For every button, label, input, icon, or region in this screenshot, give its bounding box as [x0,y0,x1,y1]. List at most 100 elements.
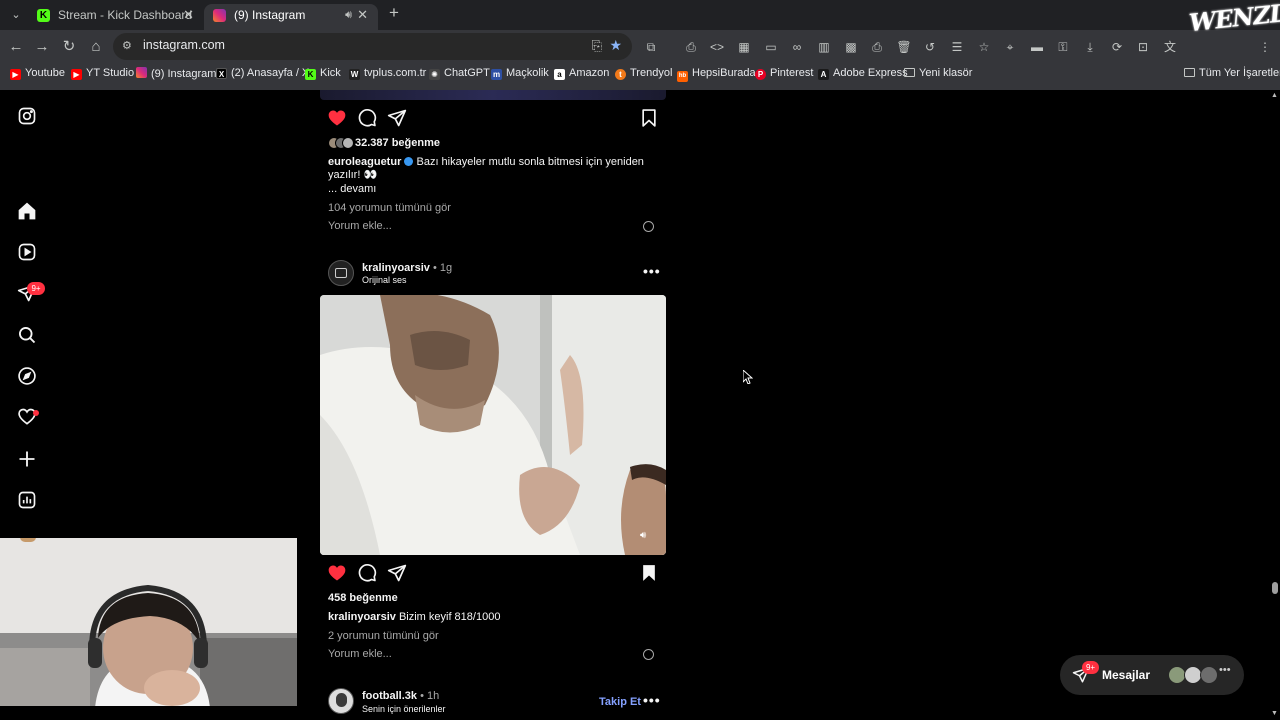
x-icon: X [216,68,227,79]
messages-label: Mesajlar [1102,668,1151,682]
translate-icon[interactable]: 文 [1162,39,1178,55]
mute-toggle-icon[interactable]: 🔊︎ [640,530,646,541]
devices-icon[interactable]: ▭ [763,39,779,55]
bookmark-x[interactable]: X (2) Anasayfa / X [216,67,309,79]
cast-icon[interactable]: ⊡ [1135,39,1151,55]
profile-logo[interactable]: WENZLL [1188,0,1280,58]
emoji-icon[interactable] [643,221,654,232]
reload-icon[interactable]: ↻ [60,38,78,56]
location-icon[interactable]: ⌖ [1002,39,1018,55]
bookmark-star-icon[interactable]: ★ [609,37,622,54]
url-text[interactable]: instagram.com [143,38,225,52]
favorites-icon[interactable]: ☆ [976,39,992,55]
reader-icon[interactable]: ▥ [816,39,832,55]
address-bar[interactable]: ⚙ instagram.com ⎘ ★ [113,33,632,60]
webcam-overlay [0,538,297,706]
create-plus-icon[interactable] [17,449,37,469]
post3-more-options-icon[interactable]: ••• [643,692,661,708]
post3-avatar[interactable] [328,688,354,714]
bookmark-hepsiburada[interactable]: hb HepsiBurada [677,67,756,82]
post2-username[interactable]: kralinyoarsiv [362,262,430,274]
bookmark-yt-studio[interactable]: ▶ YT Studio [71,67,134,80]
tab-strip: ⌄ K Stream - Kick Dashboard ✕ (9) Instag… [0,0,1280,30]
home-icon[interactable]: ⌂ [87,38,105,56]
table-icon[interactable]: ▦ [736,39,752,55]
bookmark-amazon[interactable]: a Amazon [554,67,609,80]
bookmark-tvplus[interactable]: Wtvplus.com.tr [349,67,426,80]
bookmark-folder-yeni-klasor[interactable]: Yeni klasör [904,67,972,79]
post1-view-comments[interactable]: 104 yorumun tümünü gör [328,202,451,214]
history-icon[interactable]: ↺ [922,39,938,55]
saved-bookmark-icon[interactable] [639,563,659,583]
bookmark-trendyol[interactable]: t Trendyol [615,67,672,80]
emoji-icon[interactable] [643,649,654,660]
explore-compass-icon[interactable] [17,366,37,386]
all-bookmarks[interactable]: Tüm Yer İşaretleri [1184,67,1280,79]
post1-username[interactable]: euroleaguetur [328,156,401,168]
instagram-logo-icon[interactable] [17,106,37,126]
post2-video[interactable]: 🔊︎ [320,295,666,555]
apps-icon[interactable]: ▩ [843,39,859,55]
post2-audio[interactable]: Orijinal ses [362,275,407,285]
save-bookmark-icon[interactable] [639,108,659,128]
close-tab-icon[interactable]: ✕ [183,4,194,26]
scrollbar[interactable] [1269,90,1280,720]
share-icon[interactable] [387,563,407,583]
audio-playing-icon[interactable]: 🔊︎ [345,4,352,26]
reels-icon[interactable] [17,242,37,262]
sync-icon[interactable]: ⟳ [1109,39,1125,55]
bookmark-chatgpt[interactable]: ✺ ChatGPT [429,67,490,80]
bookmark-adobe-express[interactable]: A Adobe Express [818,67,908,80]
post2-caption-username[interactable]: kralinyoarsiv [328,611,396,623]
code-icon[interactable]: <> [709,39,725,55]
kick-favicon-icon: K [37,9,50,22]
notes-icon[interactable]: ☰ [949,39,965,55]
card-icon[interactable]: ▬ [1029,39,1045,55]
post2-more-options-icon[interactable]: ••• [643,263,661,279]
site-info-icon[interactable]: ⚙ [122,39,132,52]
bookmark-mackolik[interactable]: m Maçkolik [491,67,549,80]
forward-arrow-icon[interactable]: → [33,38,51,56]
comment-icon[interactable] [357,563,377,583]
share-icon[interactable] [387,108,407,128]
print-icon[interactable]: ⎙ [869,39,885,55]
post2-view-comments[interactable]: 2 yorumun tümünü gör [328,630,439,642]
previous-post-media[interactable] [320,90,666,100]
back-arrow-icon[interactable]: ← [7,38,25,56]
dashboard-icon[interactable] [17,490,37,510]
install-app-icon[interactable]: ⎘ [592,38,602,54]
comment-icon[interactable] [357,108,377,128]
bookmark-pinterest[interactable]: P Pinterest [755,67,813,80]
scrollbar-thumb[interactable] [1272,582,1278,594]
link-icon[interactable]: ∞ [789,39,805,55]
tab-search-icon[interactable]: ⌄ [6,5,26,25]
bookmark-instagram[interactable]: (9) Instagram [136,67,216,80]
extensions-icon[interactable]: ⧉ [643,39,659,55]
close-tab-icon[interactable]: ✕ [357,4,368,26]
follow-button[interactable]: Takip Et [599,696,641,708]
post1-likes[interactable]: 32.387 beğenme [355,137,440,149]
post2-add-comment-input[interactable]: Yorum ekle... [328,648,392,660]
messages-button[interactable]: 9+ Mesajlar ••• [1060,655,1244,695]
post1-add-comment-input[interactable]: Yorum ekle... [328,220,392,232]
bookmark-kick[interactable]: K Kick [305,67,341,80]
post3-username[interactable]: football.3k [362,690,417,702]
new-tab-button[interactable]: + [384,3,404,25]
download-icon[interactable]: ⤓ [1082,39,1098,55]
printer-alt-icon[interactable]: ⎙ [683,39,699,55]
tab-instagram[interactable]: (9) Instagram 🔊︎ ✕ [204,4,378,30]
post2-avatar[interactable] [328,260,354,286]
scroll-down-icon[interactable]: ▼ [1271,710,1278,717]
tab-kick-dashboard[interactable]: K Stream - Kick Dashboard ✕ [28,4,204,30]
like-heart-icon[interactable] [327,563,347,583]
post2-likes[interactable]: 458 beğenme [328,592,398,604]
key-icon[interactable]: ⚿ [1055,39,1071,55]
like-heart-icon[interactable] [327,108,347,128]
trash-icon[interactable]: 🗑︎ [896,39,912,55]
pinterest-icon: P [755,69,766,80]
search-icon[interactable] [17,325,37,345]
home-icon[interactable] [17,201,37,221]
post1-more-link[interactable]: ... devamı [328,183,376,195]
scroll-up-icon[interactable]: ▲ [1271,92,1278,99]
bookmark-youtube[interactable]: ▶ Youtube [10,67,65,80]
